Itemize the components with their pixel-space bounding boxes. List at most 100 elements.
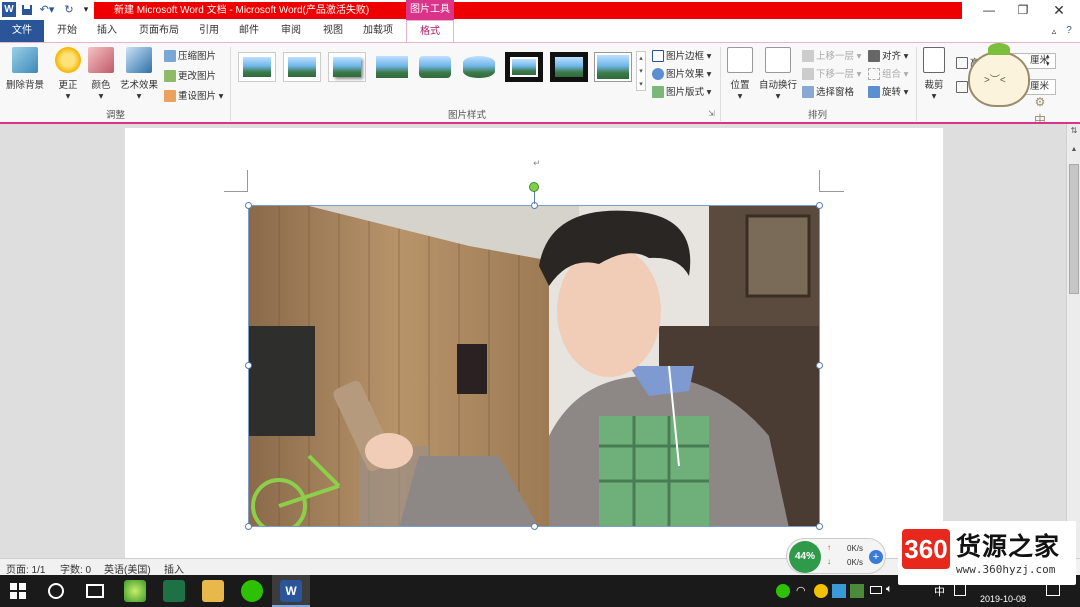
task-view-icon[interactable] [86,584,104,598]
cortana-search-icon[interactable] [48,583,64,599]
picture-style-1[interactable] [238,52,276,82]
picture-style-7[interactable] [505,52,543,82]
tab-mailings[interactable]: 邮件 [232,20,266,42]
tray-ime-mode-icon[interactable] [954,584,966,596]
tab-references[interactable]: 引用 [192,20,226,42]
picture-style-8[interactable] [550,52,588,82]
help-icon[interactable]: ? [1062,20,1076,42]
picture-style-9[interactable] [594,52,632,82]
word-count[interactable]: 字数: 0 [60,561,91,576]
minimize-button[interactable]: — [972,0,1006,20]
tab-file[interactable]: 文件 [0,20,44,42]
tray-app-icon[interactable] [832,584,846,598]
tab-home[interactable]: 开始 [50,20,84,42]
wrap-text-button[interactable]: 自动换行 ▾ [758,47,798,102]
height-spinner[interactable]: ▴ ▾ [1046,53,1050,69]
tab-insert[interactable]: 插入 [90,20,124,42]
picture-style-2[interactable] [283,52,321,82]
wechat-app-icon[interactable] [241,580,263,602]
browser-app-icon[interactable] [124,580,146,602]
position-button[interactable]: 位置 ▾ [726,47,754,102]
rotate-button[interactable]: 旋转 ▾ [868,84,908,99]
network-speed-widget[interactable]: 44% ↑ ↓ 0K/s 0K/s + [786,538,886,574]
taskbar-date[interactable]: 2019-10-08 [980,594,1026,604]
watermark-name: 货源之家 [956,533,1061,561]
tray-volume-icon[interactable]: 🔈︎ [886,583,893,596]
tab-review[interactable]: 审阅 [274,20,308,42]
vertical-scrollbar[interactable]: ⇅ ▲ [1066,124,1080,558]
download-speed: 0K/s [847,558,864,567]
resize-handle-bottom[interactable] [531,523,538,530]
undo-icon[interactable]: ↶▾ [38,2,56,17]
tab-add-ins[interactable]: 加载项 [358,20,398,42]
tab-format[interactable]: 格式 [406,20,454,42]
inserted-picture[interactable] [248,205,820,527]
gallery-scroll-control[interactable]: ▴ ▾ ▾ [636,51,646,91]
picture-effects-button[interactable]: 图片效果 ▾ [652,66,711,81]
tab-page-layout[interactable]: 页面布局 [132,20,186,42]
group-label-adjust: 调整 [106,110,126,121]
scrollbar-thumb[interactable] [1069,164,1079,294]
collapse-ribbon-icon[interactable]: ▵ [1048,20,1060,42]
excel-app-icon[interactable] [163,580,185,602]
redo-icon[interactable]: ↻ [62,2,76,17]
remove-background-button[interactable]: 删除背景 [4,47,46,91]
tab-view[interactable]: 视图 [316,20,350,42]
color-button[interactable]: 颜色 ▾ [88,47,114,102]
expand-plus-icon[interactable]: + [869,550,883,564]
crop-button[interactable]: 裁剪 ▾ [922,47,946,102]
picture-tools-context-tab: 图片工具 [406,0,454,20]
file-explorer-icon[interactable] [202,580,224,602]
scroll-up-icon[interactable]: ▲ [1069,146,1079,156]
reset-picture-button[interactable]: 重设图片 ▾ [164,88,223,103]
customize-qat-icon[interactable]: ▾ [80,2,92,17]
tray-wechat-icon[interactable] [776,584,790,598]
artistic-effects-icon [126,47,152,73]
close-button[interactable]: ✕ [1042,0,1076,20]
picture-style-4[interactable] [373,52,411,82]
selection-pane-button[interactable]: 选择窗格 [802,84,854,99]
resize-handle-top-right[interactable] [816,202,823,209]
page-count[interactable]: 页面: 1/1 [6,561,45,576]
watermark: 360 货源之家 www.360hyzj.com [898,521,1076,585]
tray-ime-indicator[interactable]: 中 [934,583,945,599]
change-picture-button[interactable]: 更改图片 [164,68,216,83]
insert-mode-indicator[interactable]: 插入 [164,561,184,576]
dialog-launcher-icon[interactable]: ⇲ [708,109,715,118]
picture-style-3[interactable] [328,52,366,82]
margin-mark [819,170,820,192]
picture-style-5[interactable] [416,52,454,82]
tray-battery-icon[interactable] [870,586,882,594]
resize-handle-left[interactable] [245,362,252,369]
gear-icon[interactable]: ⚙ [1035,95,1046,109]
resize-handle-bottom-left[interactable] [245,523,252,530]
tray-wifi-icon[interactable]: ◠ [796,584,810,598]
wrap-text-icon [765,47,791,73]
compress-pictures-button[interactable]: 压缩图片 [164,48,216,63]
resize-handle-top-left[interactable] [245,202,252,209]
mascot-floating-assistant[interactable]: >︶< [968,43,1030,107]
rotation-handle[interactable] [529,182,539,192]
align-button[interactable]: 对齐 ▾ [868,48,908,63]
picture-style-6[interactable] [460,52,498,82]
restore-button[interactable]: ❐ [1006,0,1040,20]
artistic-effects-button[interactable]: 艺术效果 ▾ [118,47,160,102]
notification-center-icon[interactable] [1046,584,1060,596]
language-indicator[interactable]: 英语(美国) [104,561,151,576]
start-windows-icon[interactable] [10,583,26,599]
tray-security-icon[interactable] [814,584,828,598]
group-objects-button[interactable]: 组合 ▾ [868,66,908,81]
resize-handle-bottom-right[interactable] [816,523,823,530]
picture-border-button[interactable]: 图片边框 ▾ [652,48,711,63]
style-preview [597,55,629,79]
word-app-icon[interactable]: W [2,2,16,17]
word-taskbar-button[interactable]: W [272,575,310,607]
save-icon[interactable] [20,2,34,17]
corrections-button[interactable]: 更正 ▾ [54,47,82,102]
tray-app-icon[interactable] [850,584,864,598]
send-backward-button[interactable]: 下移一层 ▾ [802,66,861,81]
bring-forward-button[interactable]: 上移一层 ▾ [802,48,861,63]
resize-handle-right[interactable] [816,362,823,369]
ruler-toggle-icon[interactable]: ⇅ [1069,126,1079,138]
picture-layout-button[interactable]: 图片版式 ▾ [652,84,711,99]
